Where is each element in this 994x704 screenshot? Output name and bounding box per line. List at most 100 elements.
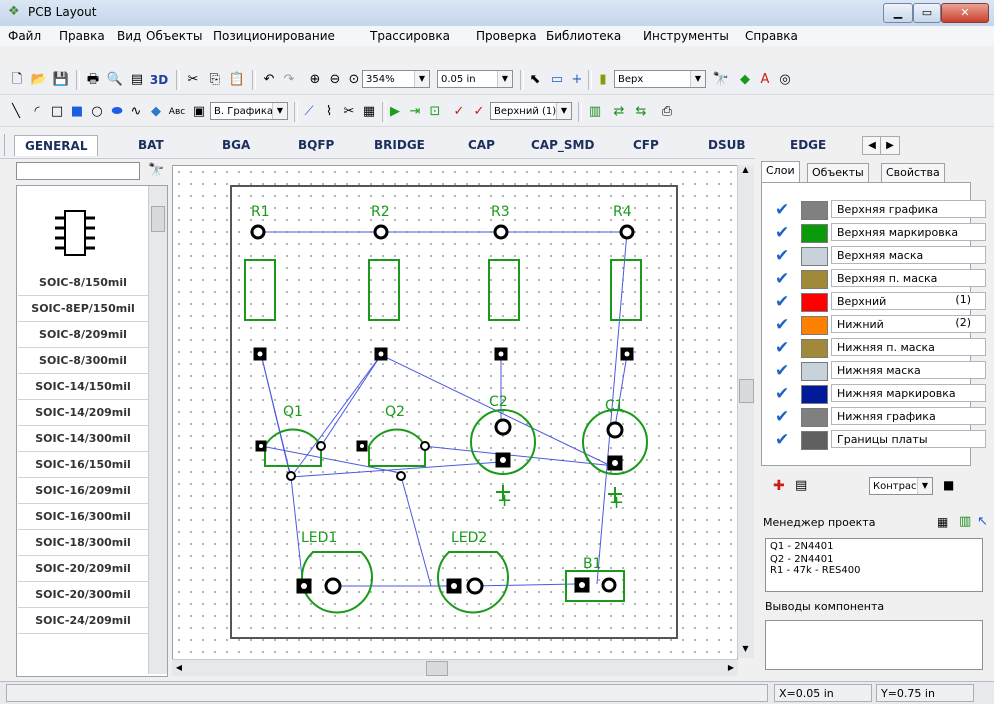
menu-placement[interactable]: Позиционирование: [213, 29, 335, 43]
list-item[interactable]: SOIC-8EP/150mil: [18, 296, 148, 322]
unroute-icon[interactable]: ✂: [340, 103, 358, 121]
list-item[interactable]: SOIC-20/300mil: [18, 582, 148, 608]
measure-icon[interactable]: ▭: [548, 71, 566, 89]
3d-view-button[interactable]: 3D: [148, 71, 170, 89]
polygon-icon[interactable]: ◆: [148, 103, 164, 121]
grid-select[interactable]: 0.05 in ▼: [437, 70, 513, 88]
arc-tool-icon[interactable]: ◜: [28, 103, 46, 121]
layer-color-swatch[interactable]: [801, 316, 828, 335]
canvas-horizontal-scrollbar[interactable]: ◀ ▶: [172, 659, 738, 676]
open-folder-icon[interactable]: 📂: [30, 71, 48, 89]
route-edit-icon[interactable]: ⌇: [320, 103, 338, 121]
bom-icon[interactable]: ▤: [128, 71, 146, 89]
tab-scroll-right-button[interactable]: ▶: [880, 136, 900, 155]
close-button[interactable]: ✕: [941, 3, 989, 23]
visibility-check-icon[interactable]: ✔: [775, 430, 797, 450]
list-item[interactable]: R1 - 47k - RES400: [766, 565, 982, 576]
layer-color-swatch[interactable]: [801, 293, 828, 312]
nets-view-icon[interactable]: ↖: [977, 514, 988, 529]
copper-pour-icon[interactable]: ▦: [360, 103, 378, 121]
origin-icon[interactable]: +: [568, 71, 586, 89]
find-icon[interactable]: 🔭: [712, 71, 730, 89]
canvas-vertical-scrollbar[interactable]: ▲ ▼: [737, 165, 754, 658]
filled-circle-icon[interactable]: ⬬: [108, 103, 126, 121]
list-item[interactable]: SOIC-20/209mil: [18, 556, 148, 582]
print-preview-icon[interactable]: 🔍: [106, 71, 124, 89]
export-icon[interactable]: ⎙: [658, 103, 676, 121]
list-item[interactable]: SOIC-16/150mil: [18, 452, 148, 478]
tab-dsub[interactable]: DSUB: [708, 138, 746, 152]
list-item[interactable]: SOIC-8/150mil: [18, 270, 148, 296]
scroll-down-icon[interactable]: ▼: [738, 644, 753, 658]
menu-help[interactable]: Справка: [745, 29, 798, 43]
route-trace-icon[interactable]: ⟋: [300, 103, 318, 121]
scroll-right-icon[interactable]: ▶: [724, 660, 738, 676]
component-list-scrollbar[interactable]: [148, 186, 167, 674]
menu-edit[interactable]: Правка: [59, 29, 105, 43]
list-item[interactable]: SOIC-8/209mil: [18, 322, 148, 348]
contrast-select[interactable]: Контраст ▼: [869, 477, 933, 495]
scrollbar-thumb[interactable]: [426, 661, 448, 676]
layer-row[interactable]: ✔ Нижняя маска: [775, 359, 986, 382]
tab-cfp[interactable]: CFP: [633, 138, 659, 152]
scrollbar-thumb[interactable]: [739, 379, 754, 403]
layer-row[interactable]: ✔ Верхняя п. маска: [775, 267, 986, 290]
layer-color-swatch[interactable]: [801, 270, 828, 289]
list-item[interactable]: SOIC-16/209mil: [18, 478, 148, 504]
tab-bat[interactable]: BAT: [138, 138, 164, 152]
component-add-icon[interactable]: ▥: [586, 103, 604, 121]
text-tool-icon[interactable]: A: [756, 71, 774, 89]
minimize-button[interactable]: ▁: [883, 3, 913, 23]
component-search-input[interactable]: [16, 162, 140, 180]
zoom-in-icon[interactable]: ⊕: [306, 71, 324, 89]
layer-color-swatch[interactable]: [801, 247, 828, 266]
paste-icon[interactable]: 📋: [228, 71, 246, 89]
maximize-button[interactable]: ▭: [913, 3, 941, 23]
text-tool-button[interactable]: Авс: [166, 103, 188, 121]
visibility-check-icon[interactable]: ✔: [775, 338, 797, 358]
side-layer-select[interactable]: Верхний (1) ▼: [490, 102, 572, 120]
visibility-check-icon[interactable]: ✔: [775, 315, 797, 335]
netlist-icon[interactable]: ▦: [937, 515, 948, 529]
save-icon[interactable]: 💾: [52, 71, 70, 89]
list-item[interactable]: SOIC-24/209mil: [18, 608, 148, 634]
menu-routing[interactable]: Трассировка: [370, 29, 450, 43]
list-item[interactable]: Q1 - 2N4401: [766, 539, 982, 554]
visibility-check-icon[interactable]: ✔: [775, 292, 797, 312]
new-file-icon[interactable]: 🗋: [8, 71, 26, 89]
visibility-check-icon[interactable]: ✔: [775, 269, 797, 289]
layer-row[interactable]: ✔ Нижняя маркировка: [775, 382, 986, 405]
filled-rectangle-icon[interactable]: ■: [68, 103, 86, 121]
menu-view[interactable]: Вид: [117, 29, 141, 43]
tab-bridge[interactable]: BRIDGE: [374, 138, 425, 152]
graphics-layer-select[interactable]: В. Графика ▼: [210, 102, 288, 120]
list-item[interactable]: SOIC-18/300mil: [18, 530, 148, 556]
layer-color-swatch[interactable]: [801, 431, 828, 450]
layer-row[interactable]: ✔ Верхняя маска: [775, 244, 986, 267]
tab-objects[interactable]: Объекты: [807, 163, 869, 182]
drc-icon[interactable]: ✓: [450, 103, 468, 121]
print-icon[interactable]: 🖶: [84, 71, 102, 89]
visibility-check-icon[interactable]: ✔: [775, 223, 797, 243]
rectangle-tool-icon[interactable]: □: [48, 103, 66, 121]
tab-general[interactable]: GENERAL: [14, 135, 99, 156]
tab-cap[interactable]: CAP: [468, 138, 495, 152]
redo-icon[interactable]: ↷: [280, 71, 298, 89]
image-tool-icon[interactable]: ▣: [190, 103, 208, 121]
list-item[interactable]: SOIC-14/300mil: [18, 426, 148, 452]
layer-row[interactable]: ✔ Нижняя графика: [775, 405, 986, 428]
list-item[interactable]: SOIC-8/300mil: [18, 348, 148, 374]
zoom-fit-icon[interactable]: ⊙: [345, 71, 363, 89]
layer-row[interactable]: ✔ Нижний (2): [775, 313, 986, 336]
autoroute-settings-icon[interactable]: ⊡: [426, 103, 444, 121]
zoom-out-icon[interactable]: ⊖: [326, 71, 344, 89]
layer-properties-icon[interactable]: ▤: [795, 478, 807, 493]
zoom-select[interactable]: 354% ▼: [362, 70, 430, 88]
component-edit-icon[interactable]: ⇆: [632, 103, 650, 121]
line-tool-icon[interactable]: ╲: [8, 103, 24, 121]
list-item[interactable]: SOIC-14/209mil: [18, 400, 148, 426]
autoroute-step-icon[interactable]: ⇥: [406, 103, 424, 121]
component-swap-icon[interactable]: ⇄: [610, 103, 628, 121]
list-item[interactable]: Q2 - 2N4401: [766, 554, 982, 565]
tab-layers[interactable]: Слои: [761, 161, 800, 182]
